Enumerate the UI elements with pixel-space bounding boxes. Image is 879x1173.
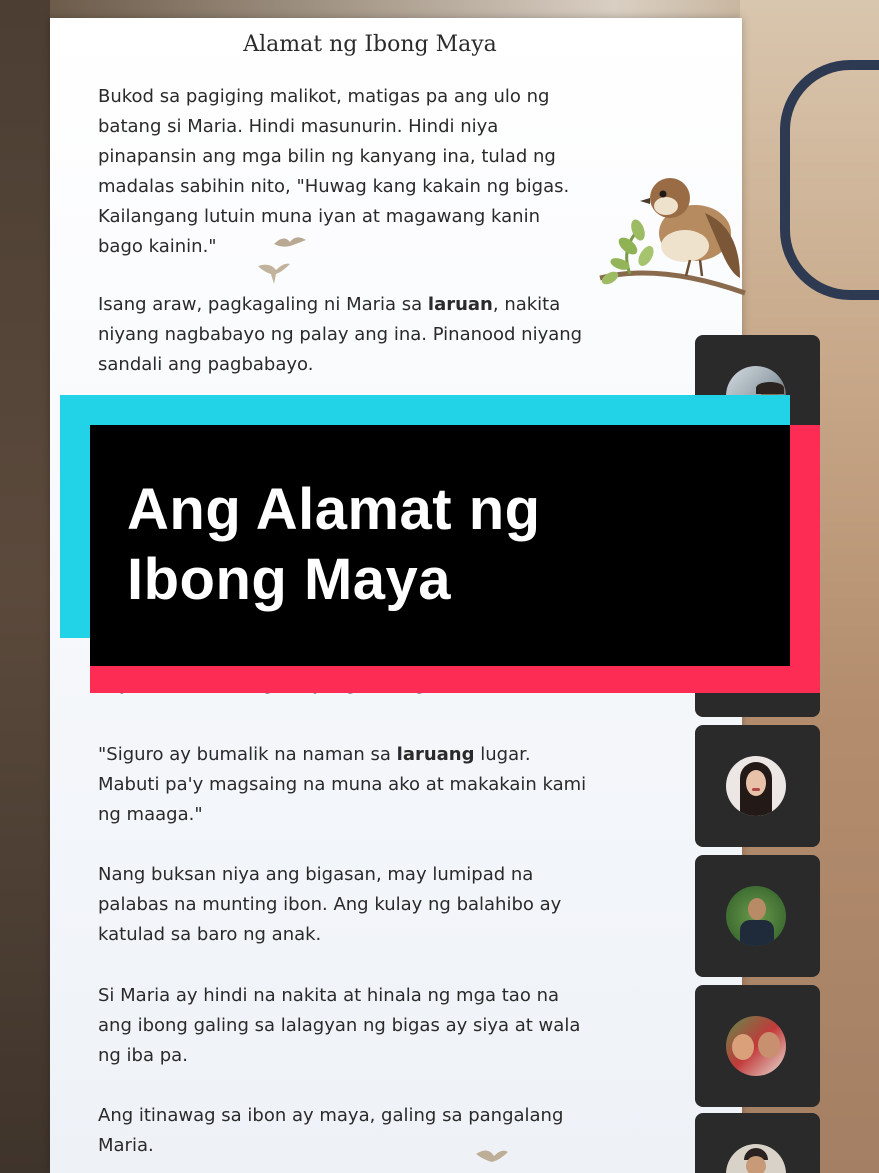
participant-tile[interactable] xyxy=(695,855,820,977)
paragraph-2: Isang araw, pagkagaling ni Maria sa laru… xyxy=(98,290,658,380)
text-line: ng maaga." xyxy=(98,804,203,825)
bold-word: laruan xyxy=(427,294,493,315)
text-line: bago kainin." xyxy=(98,236,217,257)
small-bird-icon xyxy=(476,1150,508,1162)
text-line: Kailangang lutuin muna iyan at magawang … xyxy=(98,206,540,227)
participant-tile[interactable] xyxy=(695,1113,820,1173)
paragraph-5: Nang buksan niya ang bigasan, may lumipa… xyxy=(98,860,658,950)
text-line: batang si Maria. Hindi masunurin. Hindi … xyxy=(98,116,499,137)
text-line: Mabuti pa'y magsaing na muna ako at maka… xyxy=(98,774,587,795)
participant-avatar xyxy=(726,886,786,946)
text-line: Maria. xyxy=(98,1135,154,1156)
text-run: , nakita xyxy=(492,294,561,315)
participant-avatar xyxy=(726,756,786,816)
text-line: Bukod sa pagiging malikot, matigas pa an… xyxy=(98,86,550,107)
text-line: Isang araw, pagkagaling ni Maria sa laru… xyxy=(98,290,658,320)
screen: Alamat ng Ibong Maya Bukod sa pagiging m… xyxy=(0,0,879,1173)
bold-word: laruang xyxy=(396,744,475,765)
participant-tile[interactable] xyxy=(695,725,820,847)
banner-title: Ang Alamat ng Ibong Maya xyxy=(127,475,767,615)
banner-title-line: Ibong Maya xyxy=(127,547,452,612)
text-run: lugar. xyxy=(474,744,531,765)
paragraph-4: "Siguro ay bumalik na naman sa laruang l… xyxy=(98,740,658,830)
sparrow-illustration xyxy=(599,178,746,296)
document-title: Alamat ng Ibong Maya xyxy=(243,32,497,57)
text-line: "Siguro ay bumalik na naman sa laruang l… xyxy=(98,740,658,770)
text-line: ng iba pa. xyxy=(98,1045,188,1066)
participant-tile[interactable] xyxy=(695,985,820,1107)
participant-avatar xyxy=(726,1016,786,1076)
text-line: ang ibong galing sa lalagyan ng bigas ay… xyxy=(98,1015,581,1036)
text-run: Isang araw, pagkagaling ni Maria sa xyxy=(98,294,428,315)
paragraph-1: Bukod sa pagiging malikot, matigas pa an… xyxy=(98,82,658,262)
text-line: Ang itinawag sa ibon ay maya, galing sa … xyxy=(98,1105,564,1126)
text-line: Si Maria ay hindi na nakita at hinala ng… xyxy=(98,985,560,1006)
text-run: "Siguro ay bumalik na naman sa xyxy=(98,744,397,765)
small-bird-icon xyxy=(274,237,306,247)
text-line: niyang nagbabayo ng palay ang ina. Pinan… xyxy=(98,324,583,345)
text-line: katulad sa baro ng anak. xyxy=(98,924,322,945)
participant-avatar xyxy=(726,1144,786,1173)
text-line: pinapansin ang mga bilin ng kanyang ina,… xyxy=(98,146,556,167)
small-bird-icon xyxy=(258,263,290,284)
text-line: palabas na munting ibon. Ang kulay ng ba… xyxy=(98,894,562,915)
paragraph-6: Si Maria ay hindi na nakita at hinala ng… xyxy=(98,981,658,1071)
paragraph-7: Ang itinawag sa ibon ay maya, galing sa … xyxy=(98,1101,658,1161)
text-line: sandali ang pagbabayo. xyxy=(98,354,314,375)
background-left xyxy=(0,0,50,1173)
text-line: madalas sabihin nito, "Huwag kang kakain… xyxy=(98,176,570,197)
banner-title-line: Ang Alamat ng xyxy=(127,477,541,542)
text-line: Nang buksan niya ang bigasan, may lumipa… xyxy=(98,864,534,885)
